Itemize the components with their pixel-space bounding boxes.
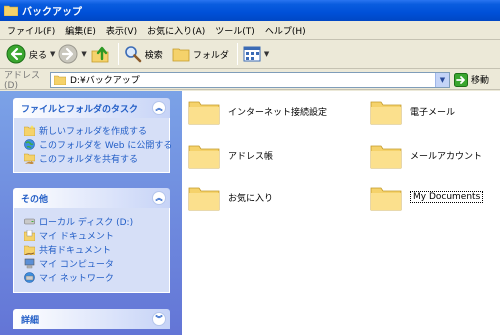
folder-icon [188,145,220,169]
address-value: D:¥バックアップ [70,76,140,86]
folder-view: インターネット接続設定 電子メール アドレス帳 メールアカウント お気に入り M… [182,91,500,335]
chevron-down-icon[interactable]: ▼ [81,50,86,58]
new-folder-icon [24,125,35,136]
place-label: マイ ネットワーク [39,274,114,284]
up-folder-button[interactable] [90,42,110,66]
folder-name: アドレス帳 [228,151,274,162]
place-label: 共有ドキュメント [39,246,112,256]
panel-header[interactable]: その他 ︽ [13,188,170,208]
folder-name: インターネット接続設定 [228,107,328,118]
folder-name: メールアカウント [410,151,483,162]
folder-name: My Documents [410,191,484,203]
chevron-down-icon[interactable]: ▼ [264,50,269,58]
place-label: マイ コンピュータ [39,260,114,270]
panel-title: その他 [21,194,49,205]
toolbar-separator [236,43,238,65]
panel-title: ファイルとフォルダのタスク [21,104,139,115]
folder-item[interactable]: お気に入り [188,183,273,211]
views-button[interactable]: ▼ [243,42,269,66]
collapse-icon[interactable]: ︽ [152,191,166,205]
my-documents-icon [24,230,35,241]
panel-header[interactable]: ファイルとフォルダのタスク ︽ [13,98,170,118]
folder-icon [370,101,402,125]
address-bar: アドレス(D) D:¥バックアップ ▼ 移動 [0,70,500,91]
back-label: 戻る [29,50,48,61]
panel-title: 詳細 [21,315,40,326]
forward-arrow-icon [58,44,78,64]
place-my-documents[interactable]: マイ ドキュメント [24,229,163,242]
computer-icon [24,258,35,269]
task-label: このフォルダを共有する [39,155,139,165]
menu-edit[interactable]: 編集(E) [60,24,101,37]
menu-help[interactable]: ヘルプ(H) [260,24,311,37]
folder-name: お気に入り [228,193,274,204]
toolbar-separator [117,43,119,65]
task-pane: ファイルとフォルダのタスク ︽ 新しいフォルダを作成する このフォルダを Web… [0,91,182,335]
address-input[interactable]: D:¥バックアップ ▼ [50,71,450,88]
place-my-computer[interactable]: マイ コンピュータ [24,257,163,270]
folder-icon [188,187,220,211]
drive-icon [24,218,35,225]
shared-documents-icon [24,245,35,255]
folder-icon [4,5,18,16]
folder-item[interactable]: 電子メール [370,97,455,125]
collapse-icon[interactable]: ︽ [152,101,166,115]
other-places-panel: その他 ︽ ローカル ディスク (D:) マイ ドキュメント 共有ドキュメント … [13,188,170,293]
folder-item[interactable]: メールアカウント [370,141,482,169]
network-icon [24,272,35,283]
place-my-network[interactable]: マイ ネットワーク [24,271,163,284]
place-label: マイ ドキュメント [39,232,114,242]
panel-body: 新しいフォルダを作成する このフォルダを Web に公開する このフォルダを共有… [13,118,172,173]
place-local-disk[interactable]: ローカル ディスク (D:) [24,215,163,228]
menu-tools[interactable]: ツール(T) [210,24,260,37]
search-button[interactable]: 検索 [124,42,163,66]
file-folder-tasks-panel: ファイルとフォルダのタスク ︽ 新しいフォルダを作成する このフォルダを Web… [13,98,172,173]
forward-button[interactable]: ▼ [58,42,87,66]
folder-item[interactable]: My Documents [370,183,484,211]
back-arrow-icon [6,44,26,64]
address-label: アドレス(D) [4,71,41,91]
globe-icon [24,139,35,150]
chevron-down-icon[interactable]: ▼ [435,72,449,87]
task-label: 新しいフォルダを作成する [39,127,148,137]
task-share-folder[interactable]: このフォルダを共有する [24,152,163,165]
task-label: このフォルダを Web に公開する [39,141,173,151]
details-panel: 詳細 ︾ [13,309,170,329]
expand-icon[interactable]: ︾ [152,312,166,326]
place-shared-documents[interactable]: 共有ドキュメント [24,243,163,256]
chevron-down-icon[interactable]: ▼ [50,50,55,58]
folders-icon [172,48,190,62]
title-bar: バックアップ [0,0,500,21]
search-label: 検索 [144,50,163,61]
window-title: バックアップ [22,7,82,18]
folder-icon [54,75,66,85]
up-folder-icon [91,46,109,63]
menu-favorites[interactable]: お気に入り(A) [142,24,210,37]
folder-item[interactable]: アドレス帳 [188,141,273,169]
folder-icon [370,145,402,169]
search-icon [124,46,142,63]
go-label: 移動 [471,76,490,86]
share-folder-icon [24,153,35,164]
task-publish-web[interactable]: このフォルダを Web に公開する [24,138,172,151]
go-button[interactable]: 移動 [454,72,490,87]
panel-body: ローカル ディスク (D:) マイ ドキュメント 共有ドキュメント マイ コンピ… [13,208,170,293]
toolbar: 戻る ▼ ▼ 検索 フォルダ ▼ [0,40,500,69]
folders-button[interactable]: フォルダ [172,42,229,66]
views-icon [243,46,261,62]
go-arrow-icon [454,72,468,87]
folders-label: フォルダ [192,50,229,61]
folder-icon [188,101,220,125]
menu-file[interactable]: ファイル(F) [2,24,60,37]
menu-view[interactable]: 表示(V) [101,24,142,37]
folder-item[interactable]: インターネット接続設定 [188,97,327,125]
menu-bar: ファイル(F) 編集(E) 表示(V) お気に入り(A) ツール(T) ヘルプ(… [0,21,500,40]
panel-header[interactable]: 詳細 ︾ [13,309,170,329]
task-new-folder[interactable]: 新しいフォルダを作成する [24,124,163,137]
back-button[interactable]: 戻る ▼ [6,42,55,66]
place-label: ローカル ディスク (D:) [39,218,134,228]
folder-name: 電子メール [410,107,456,118]
folder-icon [370,187,402,211]
